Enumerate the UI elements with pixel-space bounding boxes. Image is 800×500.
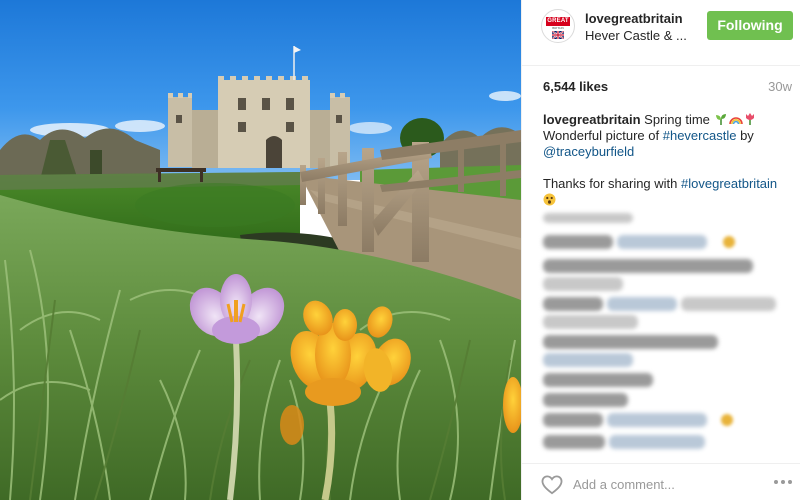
caption-thanks-line: Thanks for sharing with #lovegreatbritai… (543, 176, 793, 208)
comment-blur (543, 235, 613, 249)
post-footer (522, 463, 800, 500)
comment-blur (543, 393, 628, 407)
post-photo[interactable] (0, 0, 521, 500)
post-caption: lovegreatbritain Spring time Wonderful p… (543, 112, 793, 208)
caption-text-wonderful: Wonderful picture of (543, 128, 660, 143)
caption-text-spring: Spring time (644, 112, 710, 127)
heart-outline-icon[interactable] (541, 475, 563, 495)
hashtag-hevercastle[interactable]: #hevercastle (663, 128, 737, 143)
comment-blur-emoji (723, 236, 735, 248)
mention-traceyburfield[interactable]: @traceyburfield (543, 144, 634, 159)
blurred-comments-list (543, 205, 793, 455)
avatar-great-text: GREAT (546, 17, 570, 26)
comment-blur (543, 335, 718, 349)
comment-blur (543, 297, 603, 311)
comment-blur (543, 259, 753, 273)
comment-blur (543, 277, 623, 291)
post-location[interactable]: Hever Castle & ... (585, 28, 687, 43)
comment-blur (543, 213, 633, 223)
rainbow-emoji-icon (728, 117, 743, 125)
seedling-emoji-icon (715, 114, 726, 125)
comment-blur (609, 435, 705, 449)
hashtag-lovegreatbritain[interactable]: #lovegreatbritain (681, 176, 777, 191)
comment-blur-emoji (721, 414, 733, 426)
post-header: GREAT BRITAIN lovegreatbritain Hever Cas… (522, 0, 800, 66)
add-comment-input[interactable] (573, 473, 758, 495)
caption-text-thanks: Thanks for sharing with (543, 176, 678, 191)
comment-blur (543, 413, 603, 427)
like-count[interactable]: 6,544 likes (543, 79, 608, 94)
castle-crocus-photo (0, 0, 521, 500)
caption-username[interactable]: lovegreatbritain (543, 112, 641, 127)
avatar[interactable]: GREAT BRITAIN (541, 9, 575, 43)
more-options-icon[interactable] (772, 477, 794, 487)
comment-blur (681, 297, 776, 311)
comment-blur (543, 353, 633, 367)
avatar-britain-text: BRITAIN (552, 26, 564, 30)
comment-blur (617, 235, 707, 249)
post-age[interactable]: 30w (768, 79, 792, 94)
comment-blur (543, 315, 638, 329)
comment-blur (607, 413, 707, 427)
post-author-username[interactable]: lovegreatbritain (585, 11, 683, 26)
comment-blur (543, 435, 605, 449)
union-jack-icon (552, 31, 564, 39)
tulip-emoji-icon (745, 113, 754, 125)
following-button[interactable]: Following (707, 11, 793, 40)
caption-text-by: by (740, 128, 754, 143)
comment-blur (607, 297, 677, 311)
comment-blur (543, 373, 653, 387)
post-side-panel: GREAT BRITAIN lovegreatbritain Hever Cas… (521, 0, 800, 500)
